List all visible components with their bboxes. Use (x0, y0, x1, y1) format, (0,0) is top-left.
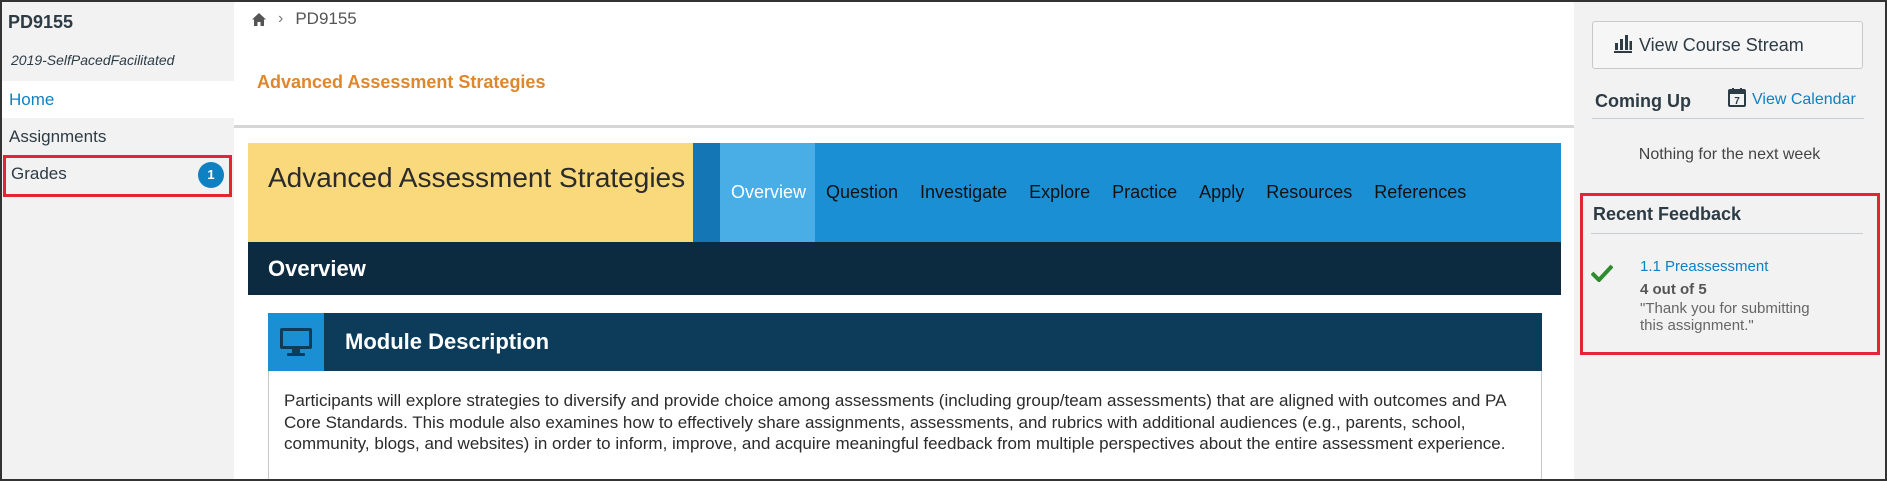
breadcrumb-current[interactable]: PD9155 (295, 9, 356, 29)
view-calendar-label: View Calendar (1752, 91, 1856, 108)
checkmark-icon (1590, 264, 1614, 287)
chevron-right-icon: › (278, 10, 284, 27)
calendar-icon: 7 (1728, 88, 1746, 112)
home-icon[interactable] (252, 12, 266, 26)
view-calendar-link[interactable]: 7 View Calendar (1728, 88, 1856, 112)
module-description-title: Module Description (345, 329, 550, 354)
breadcrumb: › PD9155 (252, 8, 357, 30)
tab-explore[interactable]: Explore (1018, 143, 1101, 242)
recent-feedback-heading: Recent Feedback (1593, 204, 1742, 224)
view-course-stream-button[interactable]: View Course Stream (1592, 21, 1863, 69)
feedback-assignment-link[interactable]: 1.1 Preassessment (1640, 258, 1768, 275)
feedback-comment: "Thank you for submitting this assignmen… (1640, 300, 1810, 334)
monitor-icon (268, 313, 324, 371)
right-sidebar: View Course Stream Coming Up 7 View Cale… (1574, 2, 1885, 479)
page-title: Advanced Assessment Strategies (257, 72, 546, 92)
header-divider (234, 125, 1574, 128)
tab-strip-edge (693, 143, 720, 242)
module-title: Advanced Assessment Strategies (268, 162, 686, 193)
coming-up-divider (1592, 118, 1864, 119)
module-title-box: Advanced Assessment Strategies (248, 143, 693, 242)
tab-apply[interactable]: Apply (1188, 143, 1255, 242)
tab-question[interactable]: Question (815, 143, 909, 242)
module-description-text: Participants will explore strategies to … (268, 371, 1542, 481)
feedback-score: 4 out of 5 (1640, 281, 1707, 298)
course-term: 2019-SelfPacedFacilitated (11, 52, 175, 68)
course-nav: PD9155 2019-SelfPacedFacilitated Home As… (2, 2, 234, 479)
recent-feedback-divider (1591, 233, 1863, 234)
tab-practice[interactable]: Practice (1101, 143, 1188, 242)
calendar-day-number: 7 (1734, 96, 1740, 107)
tab-resources[interactable]: Resources (1255, 143, 1363, 242)
nav-item-home[interactable]: Home (2, 81, 234, 118)
tab-overview[interactable]: Overview (720, 143, 815, 242)
recent-feedback-panel: Recent Feedback 1.1 Preassessment 4 out … (1580, 193, 1880, 355)
grades-count-badge: 1 (198, 162, 224, 188)
view-course-stream-label: View Course Stream (1639, 34, 1804, 55)
bar-chart-icon (1613, 33, 1633, 58)
tab-references[interactable]: References (1363, 143, 1477, 242)
coming-up-empty-text: Nothing for the next week (1638, 146, 1821, 163)
module-tab-strip: Overview Question Investigate Explore Practi… (693, 143, 1561, 242)
coming-up-heading: Coming Up (1595, 91, 1691, 111)
nav-item-assignments[interactable]: Assignments (2, 118, 234, 155)
nav-item-grades[interactable]: Grades 1 (3, 155, 232, 197)
section-heading: Overview (248, 242, 1561, 295)
tab-investigate[interactable]: Investigate (909, 143, 1018, 242)
nav-item-grades-label: Grades (11, 164, 67, 183)
module-description-header: Module Description (268, 313, 1542, 371)
module-tabs: Overview Question Investigate Explore Practi… (720, 143, 1477, 242)
course-code: PD9155 (8, 12, 74, 32)
